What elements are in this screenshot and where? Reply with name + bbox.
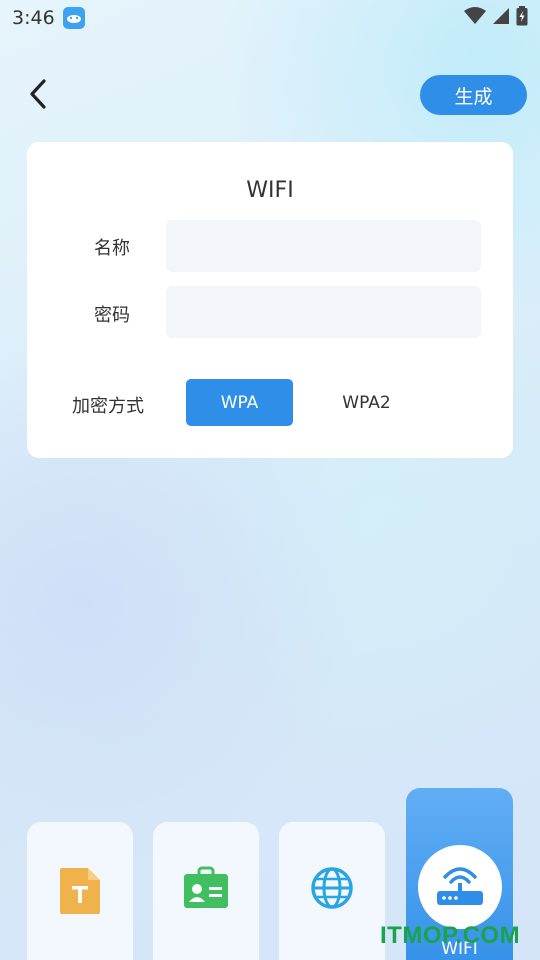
watermark: ITMOP.COM: [380, 922, 521, 949]
router-icon-circle: [417, 845, 502, 929]
globe-icon: [310, 866, 354, 960]
name-input[interactable]: [166, 220, 481, 272]
status-time: 3:46: [12, 7, 55, 29]
wifi-icon: [464, 7, 486, 29]
back-button[interactable]: [20, 74, 56, 118]
status-icons: [464, 6, 528, 30]
type-tile-text[interactable]: [27, 822, 133, 960]
status-bar: 3:46: [0, 0, 540, 36]
type-tile-website[interactable]: [279, 822, 385, 960]
password-label: 密码: [94, 305, 130, 326]
encryption-option-wpa[interactable]: WPA: [186, 379, 293, 426]
contact-card-icon: [182, 866, 230, 960]
battery-icon: [516, 6, 528, 30]
signal-icon: [492, 7, 510, 29]
router-icon: [435, 863, 485, 911]
encryption-label: 加密方式: [72, 396, 144, 417]
chevron-left-icon: [28, 78, 48, 114]
form-title: WIFI: [246, 178, 294, 203]
generate-button[interactable]: 生成: [420, 75, 527, 115]
name-label: 名称: [94, 238, 130, 259]
text-file-icon: [58, 866, 102, 960]
password-input[interactable]: [166, 286, 481, 338]
type-tile-contact[interactable]: [153, 822, 259, 960]
app-icon: [62, 7, 85, 29]
encryption-option-wpa2[interactable]: WPA2: [313, 379, 420, 426]
wifi-form-card: WIFI 名称 密码 加密方式 WPA WPA2: [27, 142, 513, 458]
